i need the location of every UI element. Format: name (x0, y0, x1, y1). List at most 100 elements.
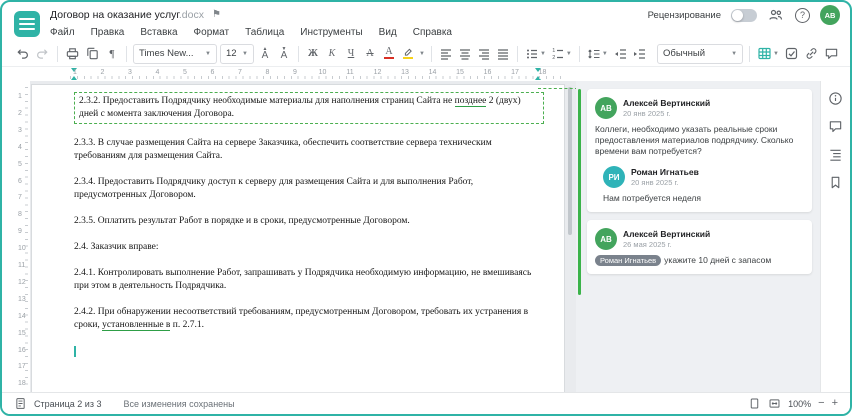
line-spacing-button[interactable]: ▼ (586, 44, 609, 64)
left-indent-marker[interactable] (70, 76, 77, 80)
menu-format[interactable]: Формат (194, 27, 230, 38)
zoom-level[interactable]: 100% (788, 399, 811, 409)
paragraph-2-4[interactable]: 2.4. Заказчик вправе: (74, 241, 544, 254)
font-family-select[interactable]: Times New... ▼ (133, 43, 217, 64)
ruler-number: 5 (18, 160, 22, 168)
menu-insert[interactable]: Вставка (140, 27, 177, 38)
decrease-indent-button[interactable] (612, 44, 628, 64)
document-area[interactable]: 2.3.2. Предоставить Подрядчику необходим… (30, 81, 576, 392)
status-bar: Страница 2 из 3 Все изменения сохранены … (2, 392, 850, 414)
comment-thread[interactable]: АВ Алексей Вертинский 20 янв 2025 г. Кол… (587, 89, 812, 212)
ruler-number: 4 (155, 69, 160, 76)
headings-outline-icon[interactable] (828, 147, 843, 162)
app-logo-icon[interactable] (14, 11, 40, 37)
ruler-number: 6 (210, 69, 215, 76)
bookmark-icon[interactable] (828, 175, 843, 190)
ruler-number: 5 (183, 69, 187, 76)
undo-button[interactable] (14, 44, 31, 64)
comment-reply[interactable]: РИ Роман Игнатьев 20 янв 2025 г. Нам пот… (603, 166, 804, 204)
paragraph-2-3-4[interactable]: 2.3.4. Предоставить Подрядчику доступ к … (74, 176, 544, 202)
add-comment-button[interactable] (823, 44, 840, 64)
ruler-number: 18 (538, 69, 547, 76)
page-indicator[interactable]: Страница 2 из 3 (34, 399, 101, 409)
print-button[interactable] (64, 44, 81, 64)
commented-text[interactable]: позднее (454, 96, 487, 107)
menu-edit[interactable]: Правка (91, 27, 125, 38)
zoom-in-button[interactable]: + (832, 398, 838, 409)
increase-font-button[interactable]: ▲ А (257, 44, 273, 64)
insert-table-button[interactable]: ▼ (756, 44, 780, 64)
menu-table[interactable]: Таблица (245, 27, 284, 38)
document-page[interactable]: 2.3.2. Предоставить Подрядчику необходим… (32, 85, 564, 392)
align-left-button[interactable] (438, 44, 454, 64)
ruler-number: 11 (18, 262, 26, 269)
info-icon[interactable] (828, 91, 843, 106)
ruler-number: 1 (18, 93, 22, 100)
document-title[interactable]: Договор на оказание услуг.docx (50, 9, 204, 21)
comment-date: 20 янв 2025 г. (623, 109, 671, 118)
align-center-button[interactable] (457, 44, 473, 64)
mention-chip[interactable]: Роман Игнатьев (595, 255, 662, 266)
fit-width-icon[interactable] (768, 397, 781, 410)
paragraph-2-3-3[interactable]: 2.3.3. В случае размещения Сайта на серв… (74, 137, 544, 163)
vertical-ruler: 1 2 3 4 5 6 7 8 9 10 11 12 13 14 15 16 17 18 (14, 81, 30, 392)
menu-help[interactable]: Справка (413, 27, 452, 38)
comment-thread[interactable]: АВ Алексей Вертинский 26 мая 2025 г. Ром… (587, 220, 812, 274)
font-color-button[interactable]: А (381, 44, 397, 64)
review-toggle[interactable] (731, 8, 757, 22)
help-button[interactable]: ? (795, 7, 810, 23)
font-size-select[interactable]: 12 ▼ (220, 43, 254, 64)
highlight-color-button[interactable] (400, 44, 416, 64)
numbered-list-button[interactable]: 1 2 ▼ (550, 44, 573, 64)
review-label: Рецензирование (647, 9, 721, 21)
checkbox-button[interactable] (783, 44, 800, 64)
flag-icon[interactable]: ⚑ (212, 10, 221, 20)
decrease-font-button[interactable]: ▼ А (276, 44, 292, 64)
comments-icon[interactable] (828, 119, 843, 134)
ruler-number: 10 (18, 245, 26, 253)
zoom-out-button[interactable]: − (818, 398, 824, 409)
strikethrough-button[interactable]: А (362, 44, 378, 64)
ruler-number: 2 (100, 69, 105, 76)
vertical-scrollbar[interactable] (568, 87, 572, 235)
ruler-number: 15 (18, 329, 26, 337)
ruler-number: 14 (428, 69, 437, 76)
collaborators-icon[interactable] (767, 5, 785, 25)
main-area: 1 2 3 4 5 6 7 8 9 10 11 12 13 14 15 16 17 18 2.3.2. Предо… (2, 81, 850, 392)
paragraph-style-select[interactable]: Обычный ▼ (657, 43, 744, 64)
horizontal-ruler: 1 2 3 4 5 6 7 8 9 10 11 12 13 14 15 16 17 18 (30, 67, 574, 81)
comment-date: 20 янв 2025 г. (631, 178, 679, 187)
align-justify-button[interactable] (495, 44, 511, 64)
comment-avatar: АВ (595, 228, 617, 250)
page-thumbnail-icon[interactable] (14, 397, 27, 410)
align-right-button[interactable] (476, 44, 492, 64)
copy-button[interactable] (84, 44, 101, 64)
chevron-down-icon[interactable]: ▼ (419, 51, 425, 57)
italic-button[interactable]: К (324, 44, 340, 64)
bold-button[interactable]: Ж (305, 44, 321, 64)
paragraph-2-4-1[interactable]: 2.4.1. Контролировать выполнение Работ, … (74, 267, 544, 293)
menu-tools[interactable]: Инструменты (300, 27, 362, 38)
comment-text: Роман Игнатьев укажите 10 дней с запасом (595, 255, 804, 266)
save-status: Все изменения сохранены (123, 398, 235, 409)
paragraph-2-4-2[interactable]: 2.4.2. При обнаружении несоответствий тр… (74, 306, 544, 332)
bullet-list-button[interactable]: ▼ (524, 44, 547, 64)
nonprinting-characters-icon[interactable]: ¶ (104, 44, 120, 64)
ruler-number: 17 (18, 363, 26, 371)
comment-date: 26 мая 2025 г. (623, 240, 672, 249)
paragraph-2-3-5[interactable]: 2.3.5. Оплатить результат Работ в порядк… (74, 215, 544, 228)
fit-page-icon[interactable] (748, 397, 761, 410)
comments-panel: АВ Алексей Вертинский 20 янв 2025 г. Кол… (576, 81, 820, 392)
underline-button[interactable]: Ч (343, 44, 359, 64)
comment-avatar: АВ (595, 97, 617, 119)
increase-indent-button[interactable] (631, 44, 647, 64)
insert-link-button[interactable] (803, 44, 820, 64)
paragraph-2-3-2[interactable]: 2.3.2. Предоставить Подрядчику необходим… (74, 92, 544, 124)
right-indent-marker[interactable] (534, 76, 541, 80)
menu-file[interactable]: Файл (50, 27, 75, 38)
menu-view[interactable]: Вид (379, 27, 397, 38)
ruler-number: 10 (318, 69, 327, 76)
commented-text[interactable]: установленные в (102, 320, 171, 331)
redo-button[interactable] (34, 44, 51, 64)
user-avatar[interactable]: АВ (820, 5, 840, 25)
